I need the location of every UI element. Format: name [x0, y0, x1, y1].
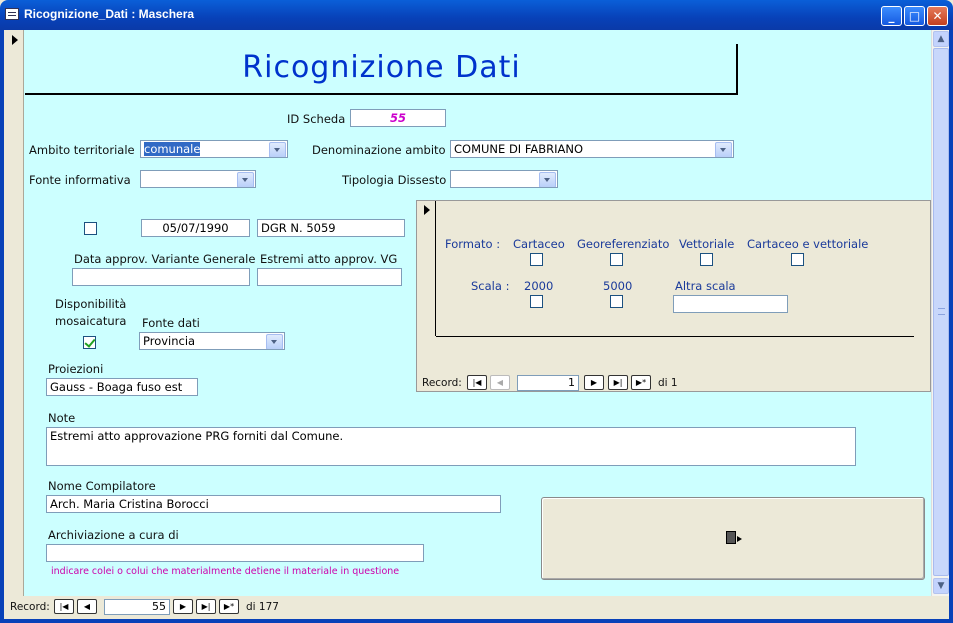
subform-next-record-button[interactable]: ▶ [584, 375, 604, 390]
id-scheda-field[interactable]: 55 [350, 109, 446, 127]
record-total: di 177 [246, 601, 279, 613]
formato-subform: Formato : Cartaceo Georeferenziato Vetto… [416, 200, 931, 392]
formato-cartaceo-label: Cartaceo [513, 237, 565, 251]
subform-record-selector[interactable] [417, 201, 436, 336]
tipologia-dissesto-combo[interactable] [450, 170, 558, 188]
id-scheda-label: ID Scheda [287, 112, 346, 126]
next-record-button[interactable]: ▶ [173, 599, 193, 614]
subform-record-total: di 1 [658, 377, 678, 389]
formato-georeferenziato-checkbox[interactable] [610, 253, 623, 266]
chevron-down-icon[interactable] [715, 142, 732, 157]
form-icon[interactable] [5, 8, 19, 20]
denominazione-ambito-combo[interactable]: COMUNE DI FABRIANO [450, 140, 734, 158]
subform-record-label: Record: [422, 377, 462, 389]
subform-prev-record-button[interactable]: ◀ [490, 375, 510, 390]
fonte-informativa-combo[interactable] [140, 170, 256, 188]
tipologia-dissesto-label: Tipologia Dissesto [342, 173, 447, 187]
note-field[interactable]: Estremi atto approvazione PRG forniti da… [46, 427, 856, 466]
archiviazione-label: Archiviazione a cura di [48, 528, 179, 542]
current-record-arrow-icon [424, 205, 430, 215]
prev-record-button[interactable]: ◀ [77, 599, 97, 614]
compilatore-label: Nome Compilatore [48, 479, 156, 493]
record-number-field[interactable]: 55 [104, 599, 170, 615]
window-title: Ricognizione_Dati : Maschera [24, 7, 195, 21]
chevron-down-icon[interactable] [237, 172, 254, 187]
prg-checkbox[interactable] [84, 222, 97, 235]
scala-2000-checkbox[interactable] [530, 295, 543, 308]
current-record-arrow-icon [12, 35, 18, 45]
formato-cartaceo-vettoriale-checkbox[interactable] [791, 253, 804, 266]
page-title: Ricognizione Dati [242, 50, 521, 85]
formato-vettoriale-label: Vettoriale [679, 237, 735, 251]
scala-5000-label: 5000 [603, 279, 633, 293]
exit-button[interactable] [541, 497, 925, 580]
subform-divider [436, 336, 914, 337]
formato-cartaceo-checkbox[interactable] [530, 253, 543, 266]
subform-record-number-field[interactable]: 1 [517, 375, 579, 391]
fonte-dati-combo[interactable]: Provincia [139, 332, 285, 350]
compilatore-field[interactable]: Arch. Maria Cristina Borocci [46, 495, 501, 513]
data-variante-label: Data approv. Variante Generale [74, 252, 256, 266]
altra-scala-label: Altra scala [675, 279, 736, 293]
header-box: Ricognizione Dati [25, 44, 738, 95]
new-record-button[interactable]: ▶* [219, 599, 239, 614]
window-border-bottom [0, 619, 953, 623]
fonte-dati-value: Provincia [143, 334, 196, 348]
formato-label: Formato : [445, 237, 501, 251]
subform-last-record-button[interactable]: ▶| [608, 375, 628, 390]
ambito-territoriale-value: comunale [144, 142, 201, 156]
mosaicatura-label: Disponibilità [55, 297, 127, 311]
chevron-down-icon[interactable] [269, 142, 286, 157]
exit-door-icon [726, 531, 742, 544]
subform-first-record-button[interactable]: |◀ [467, 375, 487, 390]
archiviazione-hint: indicare colei o colui che materialmente… [51, 566, 400, 577]
proiezioni-field[interactable]: Gauss - Boaga fuso est [46, 378, 198, 396]
formato-vettoriale-checkbox[interactable] [700, 253, 713, 266]
title-bar[interactable]: Ricognizione_Dati : Maschera _ □ ✕ [0, 0, 953, 30]
denominazione-ambito-value: COMUNE DI FABRIANO [454, 142, 584, 156]
record-selector[interactable] [4, 30, 24, 596]
note-label: Note [48, 411, 76, 425]
ambito-territoriale-label: Ambito territoriale [29, 143, 135, 157]
fonte-dati-label: Fonte dati [142, 316, 200, 330]
record-label: Record: [10, 601, 50, 613]
formato-georeferenziato-label: Georeferenziato [577, 237, 670, 251]
vertical-scrollbar[interactable]: ▲ ▼ [931, 30, 949, 596]
archiviazione-field[interactable] [46, 544, 424, 562]
scala-label: Scala : [471, 279, 510, 293]
subform-new-record-button[interactable]: ▶* [631, 375, 651, 390]
scroll-up-icon[interactable]: ▲ [933, 31, 949, 47]
estremi-vg-field[interactable] [257, 268, 402, 286]
scala-2000-label: 2000 [524, 279, 554, 293]
record-navigation-bar: Record: |◀ ◀ 55 ▶ ▶| ▶* di 177 [4, 596, 949, 619]
mosaicatura-checkbox[interactable] [83, 336, 96, 349]
prg-date-field[interactable]: 05/07/1990 [141, 219, 250, 237]
scroll-down-icon[interactable]: ▼ [933, 578, 949, 594]
data-variante-field[interactable] [72, 268, 250, 286]
denominazione-ambito-label: Denominazione ambito [312, 143, 446, 157]
last-record-button[interactable]: ▶| [196, 599, 216, 614]
minimize-button[interactable]: _ [881, 6, 902, 26]
maximize-button[interactable]: □ [904, 6, 925, 26]
chevron-down-icon[interactable] [539, 172, 556, 187]
close-button[interactable]: ✕ [927, 6, 948, 26]
fonte-informativa-label: Fonte informativa [29, 173, 131, 187]
estremi-vg-label: Estremi atto approv. VG [260, 252, 398, 266]
mosaicatura-label-2: mosaicatura [55, 314, 127, 328]
ambito-territoriale-combo[interactable]: comunale [140, 140, 288, 158]
scroll-thumb[interactable] [933, 48, 949, 576]
prg-atto-field[interactable]: DGR N. 5059 [257, 219, 405, 237]
proiezioni-label: Proiezioni [48, 362, 104, 376]
first-record-button[interactable]: |◀ [54, 599, 74, 614]
altra-scala-field[interactable] [673, 295, 788, 313]
chevron-down-icon[interactable] [266, 334, 283, 349]
window-border-right [949, 30, 953, 623]
formato-cartaceo-vettoriale-label: Cartaceo e vettoriale [747, 237, 869, 251]
scala-5000-checkbox[interactable] [610, 295, 623, 308]
